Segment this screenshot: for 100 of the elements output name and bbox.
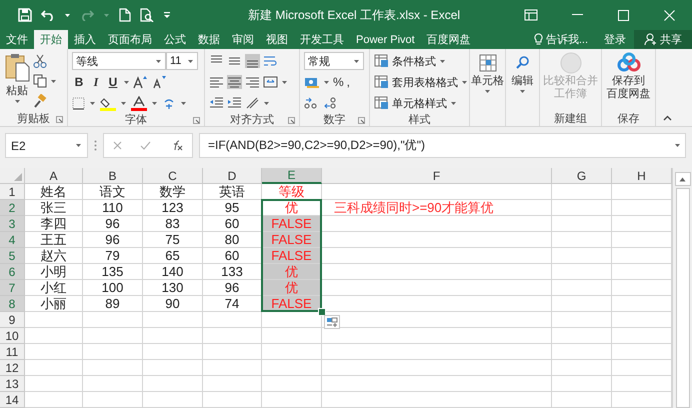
caret-icon[interactable]	[323, 80, 330, 84]
borders-icon[interactable]	[72, 96, 85, 110]
styles-menu-button[interactable]: 套用表格格式	[374, 73, 465, 91]
ribbon-tab[interactable]: 数据	[192, 30, 226, 49]
font-size-select[interactable]: 11	[166, 52, 198, 70]
collapse-ribbon-icon[interactable]	[663, 115, 672, 121]
column-header[interactable]: A	[25, 168, 83, 184]
row-header[interactable]: 2	[0, 200, 25, 216]
column-header[interactable]: B	[83, 168, 143, 184]
row-header[interactable]: 6	[0, 264, 25, 280]
column-header[interactable]: G	[552, 168, 612, 184]
cells-button[interactable]: 单元格	[471, 52, 504, 94]
undo-icon[interactable]	[41, 9, 55, 21]
caret-icon[interactable]	[151, 100, 158, 106]
caret-icon[interactable]	[263, 100, 270, 106]
maximize-icon[interactable]	[618, 10, 628, 20]
new-document-icon[interactable]	[119, 8, 131, 22]
row-header[interactable]: 1	[0, 184, 25, 200]
column-header[interactable]: D	[203, 168, 262, 184]
column-header[interactable]: C	[143, 168, 203, 184]
underline-button[interactable]: U	[106, 75, 120, 89]
row-header[interactable]: 9	[0, 312, 25, 328]
customize-icon[interactable]	[163, 11, 171, 19]
comma-button[interactable]: ,	[346, 75, 350, 89]
caret-icon[interactable]	[89, 100, 96, 106]
caret-icon[interactable]	[155, 58, 162, 64]
ribbon-tab[interactable]: 文件	[0, 30, 34, 49]
close-icon[interactable]	[664, 10, 674, 20]
caret-icon[interactable]	[353, 58, 360, 64]
name-box[interactable]: E2	[5, 133, 88, 158]
ribbon-tab[interactable]: 插入	[68, 30, 102, 49]
dialog-launcher-icon[interactable]	[193, 117, 200, 124]
print-preview-icon[interactable]	[140, 8, 154, 22]
save-to-cloud-button[interactable]: 保存到 百度网盘	[606, 52, 650, 110]
shrink-font-icon[interactable]	[152, 75, 168, 89]
merge-center-icon[interactable]	[263, 75, 278, 89]
copy-icon[interactable]	[33, 74, 47, 88]
format-painter-icon[interactable]	[33, 94, 47, 108]
caret-icon[interactable]	[674, 143, 681, 148]
align-bottom-icon[interactable]	[245, 54, 260, 68]
column-header[interactable]: F	[322, 168, 552, 184]
row-header[interactable]: 10	[0, 328, 25, 344]
paste-button[interactable]: 粘贴	[4, 52, 30, 110]
ribbon-tab[interactable]: 审阅	[226, 30, 260, 49]
caret-icon[interactable]	[450, 100, 457, 106]
number-format-select[interactable]: 常规	[304, 52, 364, 70]
caret-icon[interactable]	[484, 89, 491, 94]
currency-icon[interactable]	[304, 76, 320, 88]
row-header[interactable]: 5	[0, 248, 25, 264]
save-icon[interactable]	[18, 8, 32, 22]
fill-handle[interactable]	[318, 308, 326, 316]
row-header[interactable]: 12	[0, 360, 25, 376]
text-orientation-icon[interactable]	[245, 96, 260, 110]
decrease-indent-icon[interactable]	[209, 96, 224, 110]
ribbon-tab[interactable]: 公式	[158, 30, 192, 49]
align-center-icon[interactable]	[227, 75, 242, 89]
formula-field[interactable]: =IF(AND(B2>=90,C2>=90,D2>=90),"优")	[199, 133, 686, 158]
cut-icon[interactable]	[33, 54, 47, 68]
caret-icon[interactable]	[461, 80, 468, 84]
caret-icon[interactable]	[281, 80, 288, 84]
caret-icon[interactable]	[439, 58, 446, 64]
caret-icon[interactable]	[123, 80, 130, 84]
caret-icon[interactable]	[519, 89, 526, 94]
share-button[interactable]: 共享	[634, 30, 692, 49]
minimize-icon[interactable]	[572, 14, 582, 16]
vertical-scrollbar[interactable]	[672, 168, 692, 408]
bold-button[interactable]: B	[72, 75, 86, 89]
caret-icon[interactable]	[120, 100, 127, 106]
row-header[interactable]: 3	[0, 216, 25, 232]
caret-icon[interactable]	[14, 99, 20, 104]
row-header[interactable]: 13	[0, 376, 25, 392]
ribbon-tab[interactable]: 开始	[34, 30, 68, 49]
align-left-icon[interactable]	[209, 75, 224, 89]
row-header[interactable]: 7	[0, 280, 25, 296]
ribbon-display-icon[interactable]	[524, 9, 538, 21]
sign-in-link[interactable]: 登录	[596, 30, 634, 49]
caret-icon[interactable]	[64, 12, 71, 18]
caret-icon[interactable]	[187, 58, 194, 64]
ribbon-tab[interactable]: 页面布局	[102, 30, 158, 49]
dialog-launcher-icon[interactable]	[56, 116, 63, 123]
fill-color-icon[interactable]	[100, 96, 116, 110]
styles-menu-button[interactable]: 单元格样式	[374, 94, 465, 112]
column-header[interactable]: E	[262, 168, 322, 184]
scroll-up-icon[interactable]	[679, 176, 686, 182]
caret-icon[interactable]	[50, 78, 57, 84]
ribbon-tab[interactable]: 开发工具	[294, 30, 350, 49]
percent-button[interactable]: %	[333, 75, 344, 89]
font-name-select[interactable]: 等线	[72, 52, 166, 70]
caret-icon[interactable]	[180, 100, 187, 106]
font-color-icon[interactable]	[131, 96, 147, 110]
row-header[interactable]: 11	[0, 344, 25, 360]
row-header[interactable]: 8	[0, 296, 25, 312]
editing-button[interactable]: 编辑	[512, 52, 534, 94]
row-header[interactable]: 14	[0, 392, 25, 408]
increase-indent-icon[interactable]	[227, 96, 242, 110]
ribbon-tab[interactable]: Power Pivot	[350, 30, 421, 49]
italic-button[interactable]: I	[89, 74, 103, 90]
dialog-launcher-icon[interactable]	[288, 117, 295, 124]
ribbon-tab[interactable]: 百度网盘	[420, 30, 477, 49]
ribbon-tab[interactable]: 视图	[260, 30, 294, 49]
